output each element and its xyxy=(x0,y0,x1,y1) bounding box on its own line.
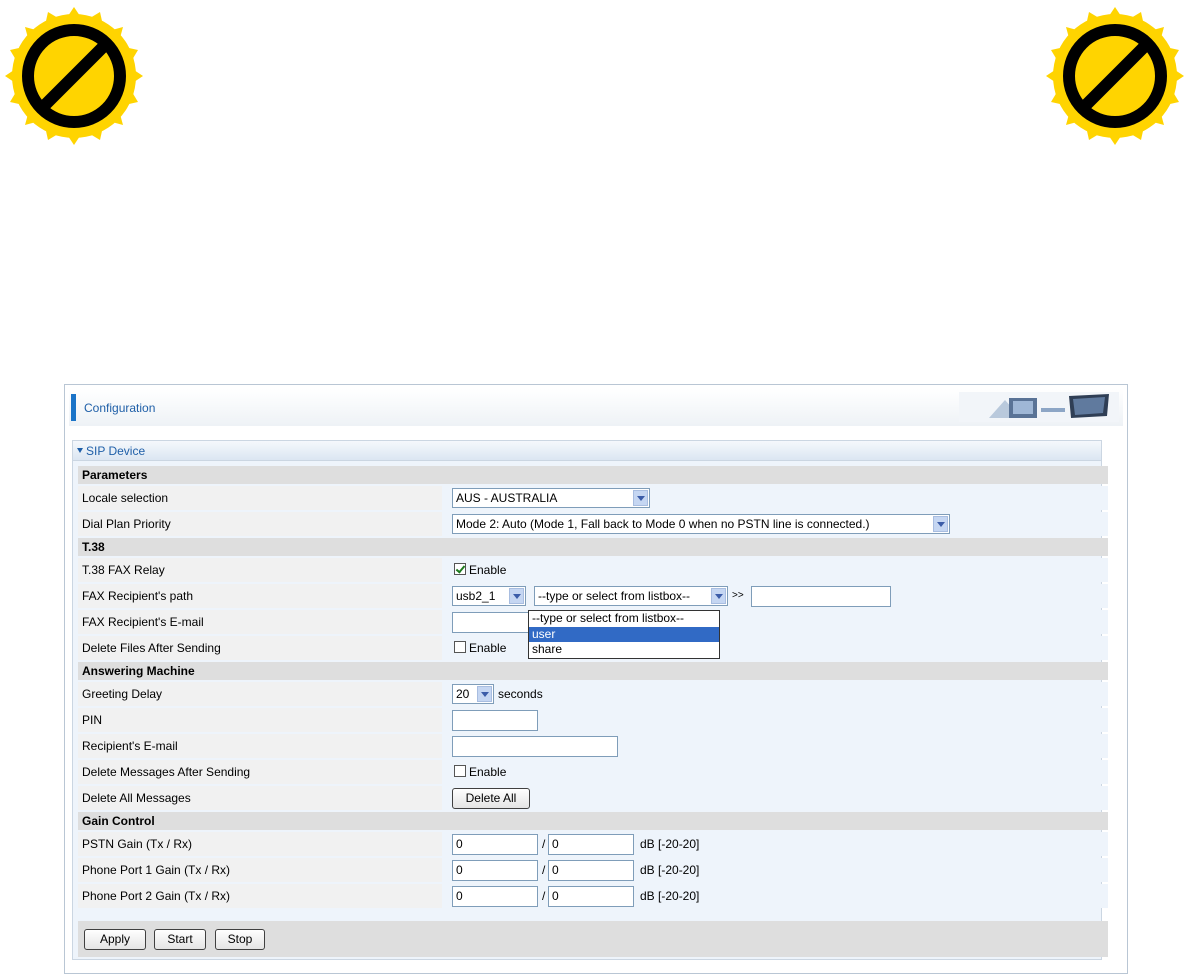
delete-files-enable-label: Enable xyxy=(469,641,507,655)
collapse-triangle-icon[interactable] xyxy=(77,448,83,453)
row-fax-path: FAX Recipient's path usb2_1 --type or se… xyxy=(78,584,1108,608)
row-fax-relay: T.38 FAX Relay Enable xyxy=(78,558,1108,582)
row-pstn-gain: PSTN Gain (Tx / Rx) 0 / 0 dB [-20-20] xyxy=(78,832,1108,856)
fax-relay-enable-label: Enable xyxy=(469,563,507,577)
group-gain-control: Gain Control xyxy=(78,812,1108,830)
greeting-delay-unit: seconds xyxy=(498,687,543,701)
port1-rx-input[interactable]: 0 xyxy=(548,860,634,881)
dialplan-label: Dial Plan Priority xyxy=(78,512,442,536)
delete-files-checkbox[interactable] xyxy=(454,641,466,653)
chevron-down-icon[interactable] xyxy=(711,588,726,604)
row-delete-messages: Delete Messages After Sending Enable xyxy=(78,760,1108,784)
port2-tx-input[interactable]: 0 xyxy=(452,886,538,907)
recipient-email-input[interactable] xyxy=(452,736,618,757)
row-locale: Locale selection AUS - AUSTRALIA xyxy=(78,486,1108,510)
greeting-delay-value: 20 xyxy=(456,687,470,701)
row-port2-gain: Phone Port 2 Gain (Tx / Rx) 0 / 0 dB [-2… xyxy=(78,884,1108,908)
delete-messages-enable-label: Enable xyxy=(469,765,507,779)
apply-button[interactable]: Apply xyxy=(84,929,146,950)
fax-folder-dropdown-list: --type or select from listbox-- user sha… xyxy=(528,610,720,659)
pin-label: PIN xyxy=(78,708,442,732)
sip-device-section: SIP Device Parameters Locale selection A… xyxy=(72,440,1108,960)
port1-gain-label: Phone Port 1 Gain (Tx / Rx) xyxy=(78,858,442,882)
dropdown-option[interactable]: --type or select from listbox-- xyxy=(529,611,719,627)
group-answering-machine: Answering Machine xyxy=(78,662,1108,680)
dialplan-value: Mode 2: Auto (Mode 1, Fall back to Mode … xyxy=(456,517,870,531)
locale-label: Locale selection xyxy=(78,486,442,510)
locale-value: AUS - AUSTRALIA xyxy=(456,491,558,505)
delete-messages-label: Delete Messages After Sending xyxy=(78,760,442,784)
row-pin: PIN xyxy=(78,708,1108,732)
gain-separator: / xyxy=(542,889,546,903)
delete-all-label: Delete All Messages xyxy=(78,786,442,810)
fax-device-value: usb2_1 xyxy=(456,589,496,603)
chevron-down-icon[interactable] xyxy=(477,686,492,702)
path-separator: >> xyxy=(732,590,744,601)
fax-path-input[interactable] xyxy=(751,586,891,607)
fax-folder-value: --type or select from listbox-- xyxy=(538,589,691,603)
computers-decoration-icon xyxy=(959,392,1119,422)
row-port1-gain: Phone Port 1 Gain (Tx / Rx) 0 / 0 dB [-2… xyxy=(78,858,1108,882)
prohibited-sign-icon xyxy=(1046,7,1184,145)
fax-folder-select[interactable]: --type or select from listbox-- xyxy=(534,586,728,606)
configuration-panel: Configuration SIP Device Parameters Loca… xyxy=(64,384,1128,974)
start-button[interactable]: Start xyxy=(154,929,206,950)
gain-unit: dB [-20-20] xyxy=(640,863,700,877)
pin-input[interactable] xyxy=(452,710,538,731)
pstn-gain-label: PSTN Gain (Tx / Rx) xyxy=(78,832,442,856)
port2-rx-input[interactable]: 0 xyxy=(548,886,634,907)
header-accent-bar xyxy=(71,394,76,421)
greeting-delay-select[interactable]: 20 xyxy=(452,684,494,704)
gain-separator: / xyxy=(542,837,546,851)
dialplan-select[interactable]: Mode 2: Auto (Mode 1, Fall back to Mode … xyxy=(452,514,950,534)
fax-path-label: FAX Recipient's path xyxy=(78,584,442,608)
dropdown-option[interactable]: share xyxy=(529,642,719,658)
stop-button[interactable]: Stop xyxy=(215,929,265,950)
delete-files-label: Delete Files After Sending xyxy=(78,636,442,660)
fax-device-select[interactable]: usb2_1 xyxy=(452,586,526,606)
pstn-rx-input[interactable]: 0 xyxy=(548,834,634,855)
delete-all-button[interactable]: Delete All xyxy=(452,788,530,809)
button-bar: Apply Start Stop xyxy=(78,921,1108,957)
row-recipient-email: Recipient's E-mail xyxy=(78,734,1108,758)
section-title-bar[interactable]: SIP Device xyxy=(73,441,1101,461)
prohibited-sign-icon xyxy=(5,7,143,145)
chevron-down-icon[interactable] xyxy=(509,588,524,604)
fax-email-label: FAX Recipient's E-mail xyxy=(78,610,442,634)
dropdown-option-selected[interactable]: user xyxy=(529,626,719,643)
greeting-delay-label: Greeting Delay xyxy=(78,682,442,706)
row-dialplan: Dial Plan Priority Mode 2: Auto (Mode 1,… xyxy=(78,512,1108,536)
gain-separator: / xyxy=(542,863,546,877)
delete-messages-checkbox[interactable] xyxy=(454,765,466,777)
chevron-down-icon[interactable] xyxy=(633,490,648,506)
pstn-tx-input[interactable]: 0 xyxy=(452,834,538,855)
group-parameters: Parameters xyxy=(78,466,1108,484)
section-title: SIP Device xyxy=(86,444,146,458)
port2-gain-label: Phone Port 2 Gain (Tx / Rx) xyxy=(78,884,442,908)
chevron-down-icon[interactable] xyxy=(933,516,948,532)
fax-relay-checkbox[interactable] xyxy=(454,563,466,575)
fax-relay-label: T.38 FAX Relay xyxy=(78,558,442,582)
configuration-header: Configuration xyxy=(69,389,1123,426)
gain-unit: dB [-20-20] xyxy=(640,889,700,903)
locale-select[interactable]: AUS - AUSTRALIA xyxy=(452,488,650,508)
gain-unit: dB [-20-20] xyxy=(640,837,700,851)
page-title: Configuration xyxy=(84,401,156,415)
row-greeting-delay: Greeting Delay 20 seconds xyxy=(78,682,1108,706)
group-t38: T.38 xyxy=(78,538,1108,556)
recipient-email-label: Recipient's E-mail xyxy=(78,734,442,758)
row-delete-all: Delete All Messages Delete All xyxy=(78,786,1108,810)
port1-tx-input[interactable]: 0 xyxy=(452,860,538,881)
